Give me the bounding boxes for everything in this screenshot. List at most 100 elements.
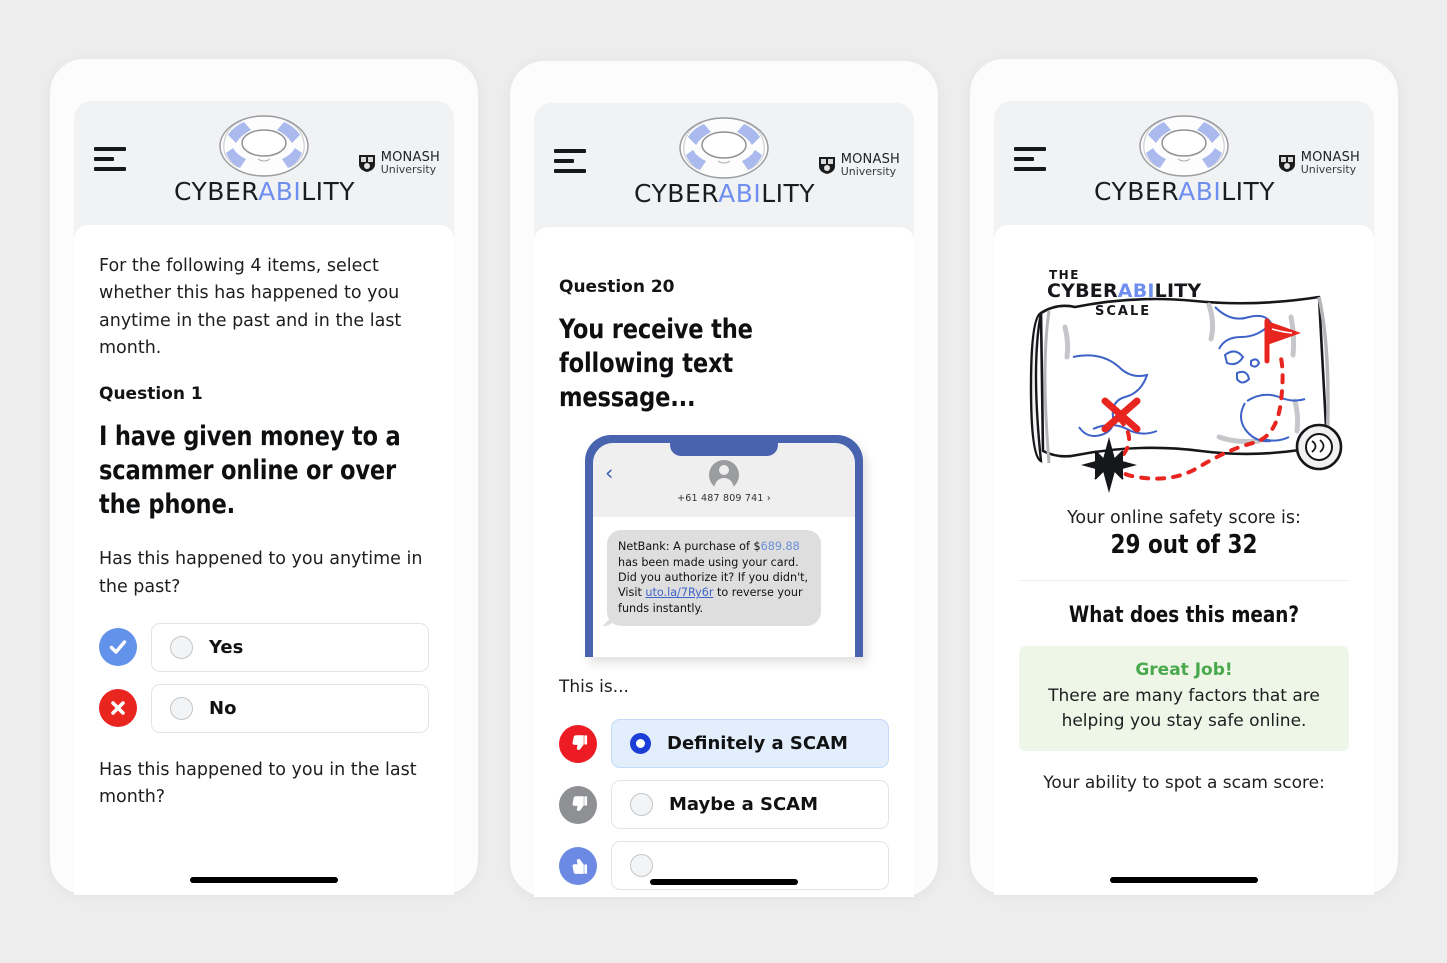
phone-2-screen: CYBERABILITY MONASH University Question … <box>534 103 914 897</box>
brand-logo[interactable]: CYBERABILITY <box>174 109 356 206</box>
radio-third-option[interactable] <box>630 854 653 878</box>
radio-definitely-scam[interactable] <box>630 733 651 755</box>
question-text: You receive the following text message..… <box>559 314 753 414</box>
phone-mockup-1: CYBERABILITY MONASH University For the f… <box>50 59 478 895</box>
option-row: Maybe a SCAM <box>559 780 889 830</box>
person-avatar-icon <box>709 460 739 491</box>
question-text: I have given money to a scammer online o… <box>99 421 401 521</box>
brand-logo[interactable]: CYBERABILITY <box>634 111 816 208</box>
score-value: 29 out of 32 <box>1110 530 1258 560</box>
answer-options-scam: Definitely a SCAM Maybe a SCAM <box>559 719 889 891</box>
option-maybe-scam-button[interactable]: Maybe a SCAM <box>611 780 889 830</box>
sms-mockup: ‹ +61 487 809 741 › NetBank: A purchase … <box>585 435 863 658</box>
hamburger-menu-icon[interactable] <box>1014 147 1046 177</box>
content-card-2: Question 20 You receive the following te… <box>534 227 914 897</box>
brand-wordmark: CYBERABILITY <box>1094 177 1275 206</box>
result-message-box: Great Job! There are many factors that a… <box>1019 646 1349 752</box>
option-label: Maybe a SCAM <box>669 794 819 816</box>
home-indicator <box>650 879 798 885</box>
radio-no[interactable] <box>170 696 193 720</box>
hamburger-bar <box>1014 157 1034 161</box>
option-yes-button[interactable]: Yes <box>151 622 429 672</box>
monash-logo: MONASH University <box>357 151 440 175</box>
option-definitely-scam-button[interactable]: Definitely a SCAM <box>611 719 889 769</box>
section-divider <box>1019 580 1349 581</box>
monash-logo: MONASH University <box>1277 151 1360 175</box>
brand-text-lity: LITY <box>761 179 816 208</box>
phone-3-screen: CYBERABILITY MONASH University THE CYBER… <box>994 101 1374 895</box>
lifebuoy-icon <box>679 117 769 179</box>
sms-link[interactable]: uto.la/7Ry6r <box>645 586 713 599</box>
home-indicator <box>1110 877 1258 883</box>
hamburger-menu-icon[interactable] <box>554 149 586 179</box>
hamburger-bar <box>94 157 114 161</box>
radio-maybe-scam[interactable] <box>630 793 653 817</box>
hamburger-bar <box>554 169 586 173</box>
brand-wordmark: CYBERABILITY <box>634 179 816 208</box>
answer-options-past: Yes No <box>99 622 429 733</box>
app-header-3: CYBERABILITY MONASH University <box>994 101 1374 225</box>
intro-text: For the following 4 items, select whethe… <box>99 256 402 358</box>
sms-amount: 689.88 <box>760 540 800 554</box>
hamburger-bar <box>1014 147 1046 151</box>
brand-text-cyber: CYBER <box>174 177 259 206</box>
monash-shield-icon <box>818 157 835 175</box>
monash-shield-icon <box>1278 155 1295 173</box>
brand-text-cyber: CYBER <box>634 179 719 208</box>
option-row: No <box>99 683 429 733</box>
monash-text: MONASH University <box>840 152 900 179</box>
scam-score-caption: Your ability to spot a scam score: <box>1043 773 1325 794</box>
monash-line-1: MONASH <box>1300 150 1360 165</box>
home-indicator <box>190 877 338 883</box>
hamburger-menu-icon[interactable] <box>94 147 126 177</box>
monash-text: MONASH University <box>380 150 440 176</box>
app-header-2: CYBERABILITY MONASH University <box>534 103 914 227</box>
phone-1-screen: CYBERABILITY MONASH University For the f… <box>74 101 454 895</box>
monash-line-1: MONASH <box>840 152 900 167</box>
prompt-month: Has this happened to you in the last mon… <box>99 759 417 808</box>
sms-header: ‹ +61 487 809 741 › <box>593 443 855 518</box>
option-row: Yes <box>99 622 429 672</box>
phone-mockup-3: CYBERABILITY MONASH University THE CYBER… <box>970 59 1398 895</box>
radio-yes[interactable] <box>170 635 193 659</box>
monash-line-1: MONASH <box>380 150 440 165</box>
sms-sender: +61 487 809 741 › <box>677 493 771 505</box>
option-label: No <box>209 697 237 719</box>
lifebuoy-icon <box>219 115 309 177</box>
question-label: Question 20 <box>559 277 675 297</box>
brand-text-abi: ABI <box>1178 177 1222 206</box>
chevron-left-icon[interactable]: ‹ <box>605 463 613 484</box>
option-label: Definitely a SCAM <box>667 733 848 755</box>
brand-logo[interactable]: CYBERABILITY <box>1094 109 1275 206</box>
phone-mockup-2: CYBERABILITY MONASH University Question … <box>510 61 938 897</box>
sms-text-1: NetBank: A purchase of $ <box>618 540 761 554</box>
app-header-1: CYBERABILITY MONASH University <box>74 101 454 225</box>
option-no-button[interactable]: No <box>151 683 429 733</box>
hamburger-bar <box>1014 167 1046 171</box>
option-row: Definitely a SCAM <box>559 719 889 769</box>
hamburger-bar <box>94 147 126 151</box>
thumbs-up-icon <box>559 846 597 885</box>
phone-notch <box>670 443 778 457</box>
monash-logo: MONASH University <box>817 153 900 177</box>
lifebuoy-icon <box>1139 115 1229 177</box>
map-title-cyberability: CYBERABILITY <box>1047 280 1201 302</box>
monash-line-2: University <box>840 165 897 179</box>
prompt-this-is: This is... <box>559 677 629 698</box>
sms-message-bubble: NetBank: A purchase of $689.88 has been … <box>607 530 821 627</box>
brand-text-abi: ABI <box>258 177 302 206</box>
thumbs-down-icon <box>559 724 597 763</box>
score-caption: Your online safety score is: <box>1067 508 1301 528</box>
question-label: Question 1 <box>99 384 203 405</box>
brand-text-abi: ABI <box>718 179 762 208</box>
hamburger-bar <box>554 149 586 153</box>
brand-text-lity: LITY <box>301 177 356 206</box>
brand-wordmark: CYBERABILITY <box>174 177 356 206</box>
prompt-past: Has this happened to you anytime in the … <box>99 549 423 597</box>
screenshot-stage: CYBERABILITY MONASH University For the f… <box>0 0 1447 963</box>
brand-text-cyber: CYBER <box>1094 177 1179 206</box>
content-card-3: THE CYBERABILITY SCALE Your online safet… <box>994 225 1374 895</box>
treasure-map-scroll-icon: THE CYBERABILITY SCALE <box>1029 268 1343 493</box>
hamburger-bar <box>94 167 126 171</box>
result-title: Great Job! <box>1135 660 1233 680</box>
